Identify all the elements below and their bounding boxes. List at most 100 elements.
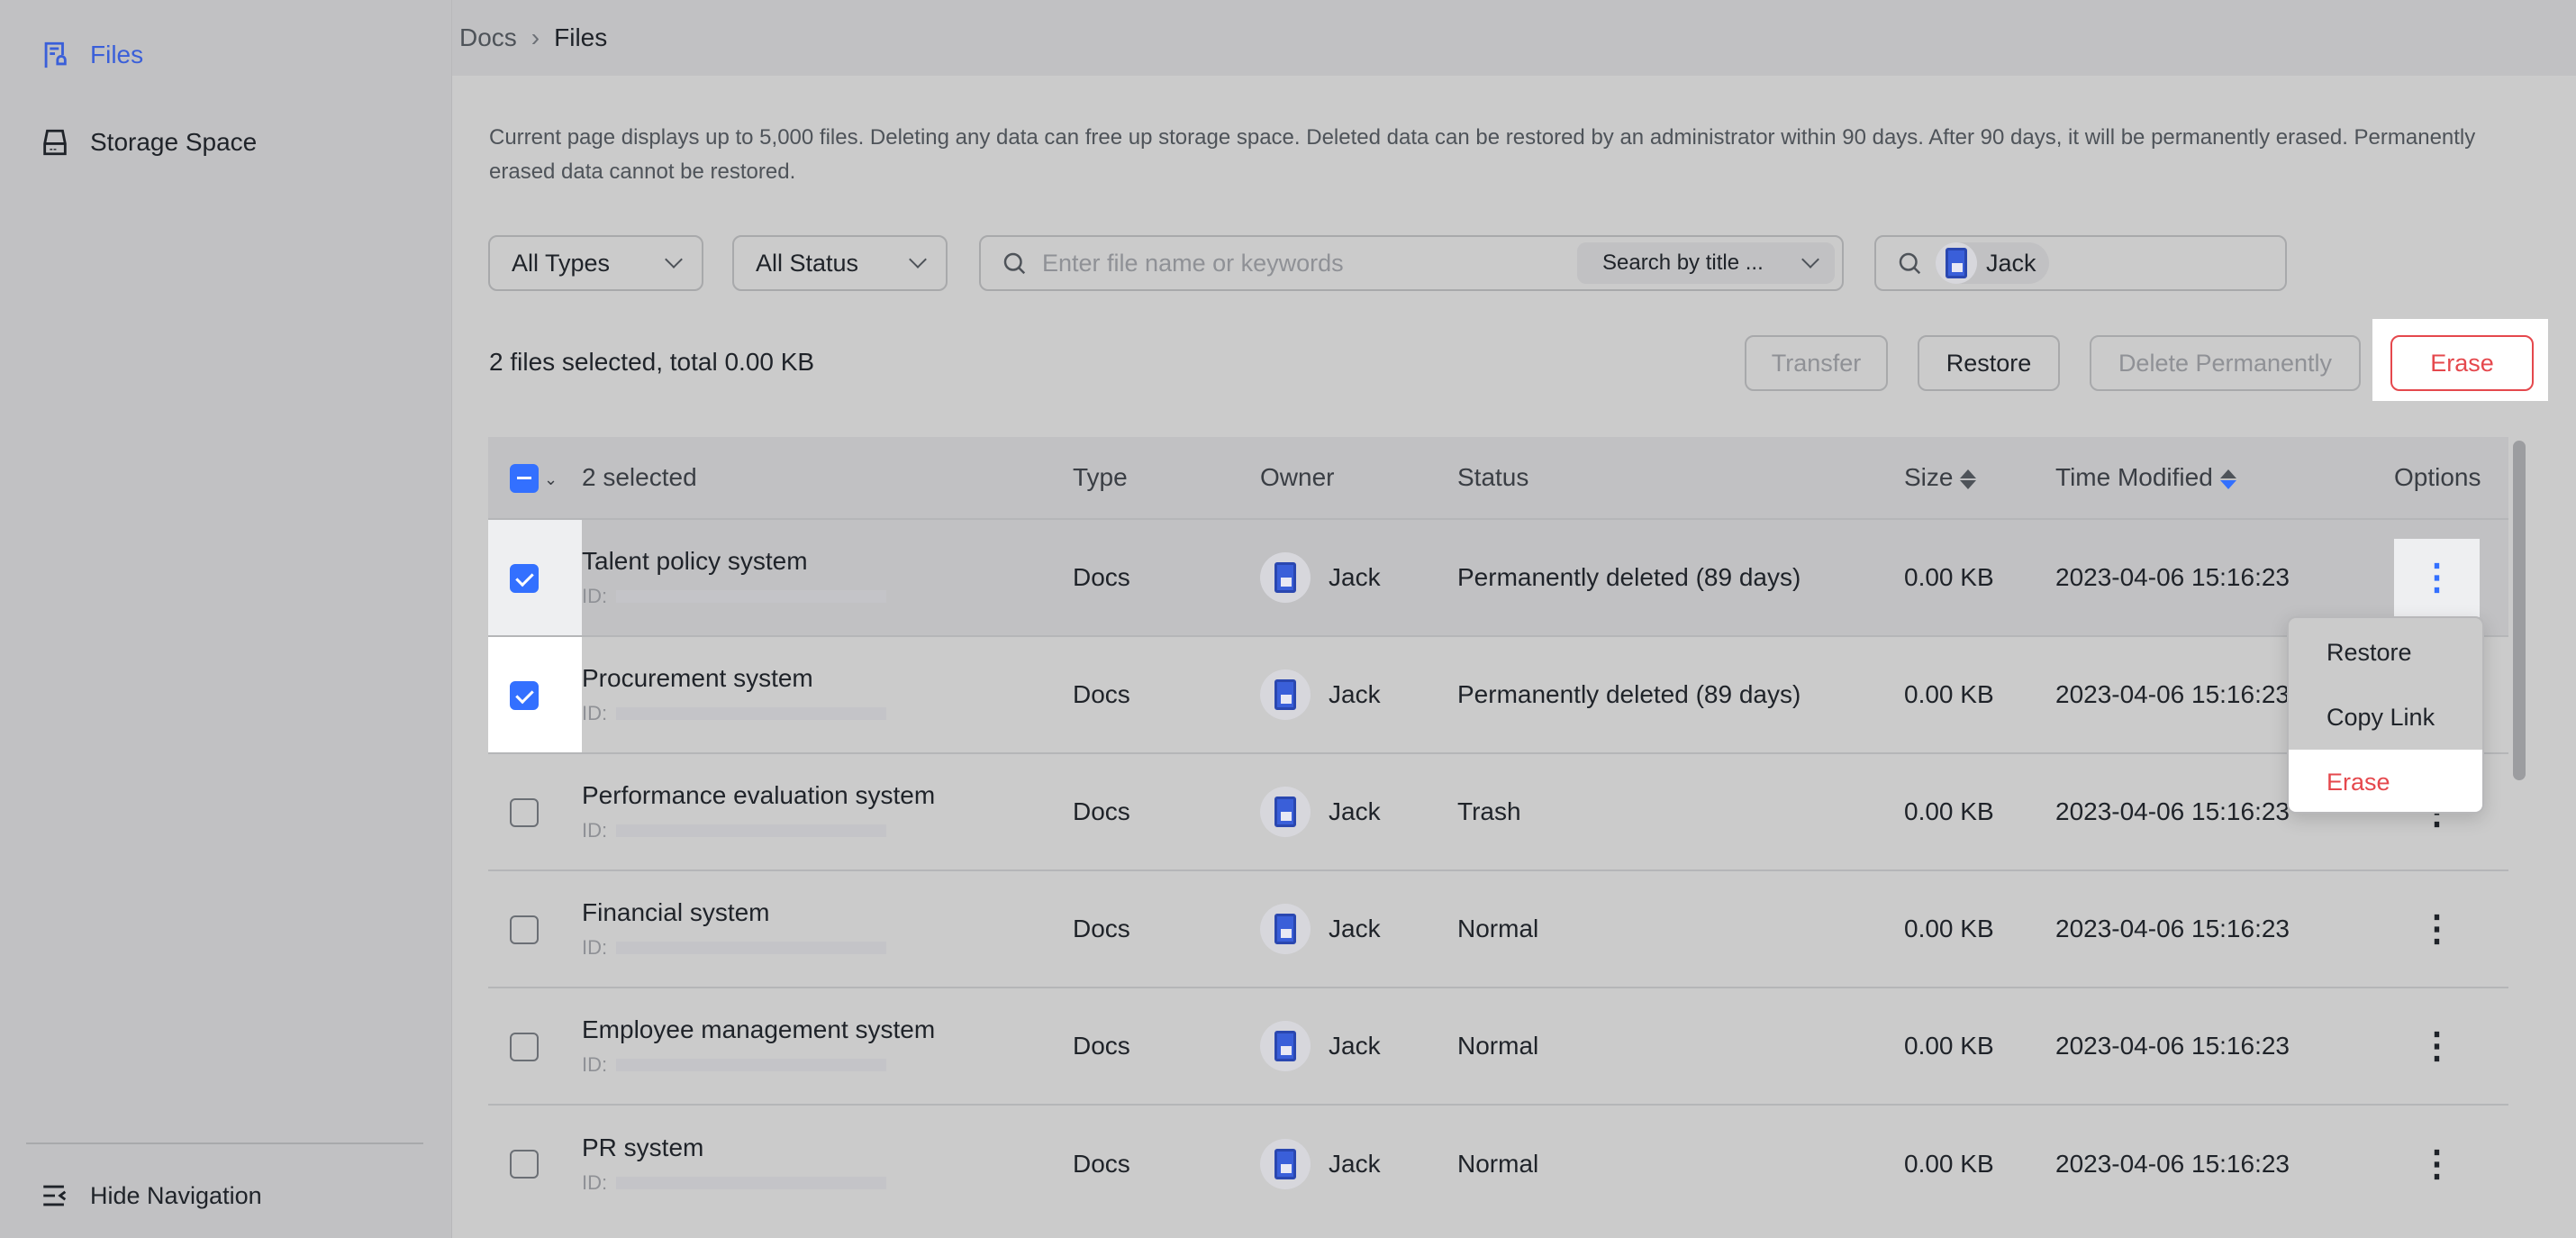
more-options-icon[interactable]: ⋮ xyxy=(2394,1124,2480,1203)
file-name[interactable]: Performance evaluation system xyxy=(582,781,1073,810)
time-modified: 2023-04-06 15:16:23 xyxy=(2055,1105,2394,1222)
chevron-right-icon: › xyxy=(531,23,540,52)
files-table: ⌄ 2 selected Type Owner Status Size Time… xyxy=(488,437,2508,1222)
file-id: ID: xyxy=(582,936,1073,960)
redacted-id xyxy=(616,590,886,603)
redacted-id xyxy=(616,1177,886,1189)
avatar xyxy=(1260,669,1311,720)
restore-button[interactable]: Restore xyxy=(1918,335,2060,391)
scrollbar-thumb[interactable] xyxy=(2513,441,2526,780)
file-status: Permanently deleted (89 days) xyxy=(1457,519,1904,636)
avatar xyxy=(1936,242,1977,284)
more-options-icon[interactable]: ⋮ xyxy=(2394,890,2480,969)
file-status: Normal xyxy=(1457,988,1904,1105)
header-owner: Owner xyxy=(1260,437,1457,519)
file-name[interactable]: Talent policy system xyxy=(582,547,1073,576)
avatar xyxy=(1260,1021,1311,1071)
file-size: 0.00 KB xyxy=(1904,753,2055,870)
file-type: Docs xyxy=(1073,636,1260,753)
owner-filter[interactable]: Jack xyxy=(1874,235,2287,291)
row-checkbox[interactable] xyxy=(510,798,539,827)
table-row[interactable]: Financial system ID: Docs Jack Normal 0.0… xyxy=(488,870,2508,988)
file-status: Normal xyxy=(1457,1105,1904,1222)
table-row[interactable]: Performance evaluation systemID: Docs Ja… xyxy=(488,753,2508,870)
file-name[interactable]: Procurement system xyxy=(582,664,1073,693)
menu-item-restore[interactable]: Restore xyxy=(2289,620,2482,685)
chevron-down-icon xyxy=(1801,250,1819,269)
delete-permanently-button[interactable]: Delete Permanently xyxy=(2090,335,2361,391)
breadcrumb-docs[interactable]: Docs xyxy=(459,23,517,52)
table-row[interactable]: Employee management systemID: Docs Jack … xyxy=(488,988,2508,1105)
owner-name: Jack xyxy=(1329,680,1381,709)
file-name[interactable]: Employee management system xyxy=(582,1015,1073,1044)
sidebar-item-files[interactable]: Files xyxy=(40,40,143,70)
file-type: Docs xyxy=(1073,519,1260,636)
file-size: 0.00 KB xyxy=(1904,636,2055,753)
row-checkbox[interactable] xyxy=(510,1150,539,1179)
table-row[interactable]: Talent policy system ID: Docs Jack Perman… xyxy=(488,519,2508,636)
sort-icon[interactable] xyxy=(2220,469,2236,489)
file-id: ID: xyxy=(582,585,1073,608)
erase-button[interactable]: Erase xyxy=(2390,335,2534,391)
table-row[interactable]: Procurement systemID: Docs Jack Permanen… xyxy=(488,636,2508,753)
table-row[interactable]: PR system ID: Docs Jack Normal 0.00 KB 20… xyxy=(488,1105,2508,1222)
search-mode-select[interactable]: Search by title ... xyxy=(1577,242,1835,284)
options-menu: Restore Copy Link Erase xyxy=(2287,616,2484,814)
file-size: 0.00 KB xyxy=(1904,1105,2055,1222)
owner-chip[interactable]: Jack xyxy=(1936,242,2049,284)
transfer-button[interactable]: Transfer xyxy=(1745,335,1888,391)
owner-name: Jack xyxy=(1329,1150,1381,1179)
row-checkbox[interactable] xyxy=(510,681,539,710)
time-modified: 2023-04-06 15:16:23 xyxy=(2055,870,2394,988)
header-selected: 2 selected xyxy=(582,437,1073,519)
search-input[interactable]: Enter file name or keywords xyxy=(1042,250,1344,278)
sidebar: Files Storage Space Hide Navigation xyxy=(0,0,452,1238)
hide-navigation-button[interactable]: Hide Navigation xyxy=(40,1180,262,1211)
file-icon xyxy=(40,40,70,70)
header-type: Type xyxy=(1073,437,1260,519)
search-icon xyxy=(1001,250,1028,277)
file-status: Normal xyxy=(1457,870,1904,988)
row-checkbox[interactable] xyxy=(510,564,539,593)
file-type: Docs xyxy=(1073,870,1260,988)
file-name[interactable]: Financial system xyxy=(582,898,1073,927)
selection-summary: 2 files selected, total 0.00 KB xyxy=(489,348,814,377)
redacted-id xyxy=(616,707,886,720)
search-icon xyxy=(1896,250,1923,277)
avatar xyxy=(1260,1139,1311,1189)
file-size: 0.00 KB xyxy=(1904,870,2055,988)
search-box: Enter file name or keywords Search by ti… xyxy=(979,235,1844,291)
breadcrumb: Docs › Files xyxy=(452,0,2576,76)
row-checkbox[interactable] xyxy=(510,915,539,944)
owner-name: Jack xyxy=(1329,915,1381,943)
header-options: Options xyxy=(2394,437,2508,519)
file-status: Permanently deleted (89 days) xyxy=(1457,636,1904,753)
file-type: Docs xyxy=(1073,988,1260,1105)
avatar xyxy=(1260,787,1311,837)
storage-icon xyxy=(40,127,70,158)
chevron-down-icon xyxy=(909,250,927,269)
chevron-down-icon[interactable]: ⌄ xyxy=(544,470,558,488)
file-name[interactable]: PR system xyxy=(582,1133,1073,1162)
menu-item-copy-link[interactable]: Copy Link xyxy=(2289,685,2482,750)
header-size[interactable]: Size xyxy=(1904,437,2055,519)
file-id: ID: xyxy=(582,1171,1073,1195)
sort-icon[interactable] xyxy=(1960,469,1976,489)
header-time-modified[interactable]: Time Modified xyxy=(2055,437,2394,519)
type-filter[interactable]: All Types xyxy=(488,235,703,291)
file-size: 0.00 KB xyxy=(1904,519,2055,636)
sidebar-item-storage-space[interactable]: Storage Space xyxy=(40,127,257,158)
row-checkbox[interactable] xyxy=(510,1033,539,1061)
more-options-icon[interactable]: ⋮ xyxy=(2394,539,2480,617)
select-all-checkbox[interactable] xyxy=(510,464,539,493)
status-filter[interactable]: All Status xyxy=(732,235,948,291)
more-options-icon[interactable]: ⋮ xyxy=(2394,1007,2480,1086)
file-size: 0.00 KB xyxy=(1904,988,2055,1105)
owner-name: Jack xyxy=(1329,563,1381,592)
redacted-id xyxy=(616,942,886,954)
file-type: Docs xyxy=(1073,1105,1260,1222)
menu-item-erase[interactable]: Erase xyxy=(2289,750,2482,814)
time-modified: 2023-04-06 15:16:23 xyxy=(2055,988,2394,1105)
file-type: Docs xyxy=(1073,753,1260,870)
redacted-id xyxy=(616,824,886,837)
